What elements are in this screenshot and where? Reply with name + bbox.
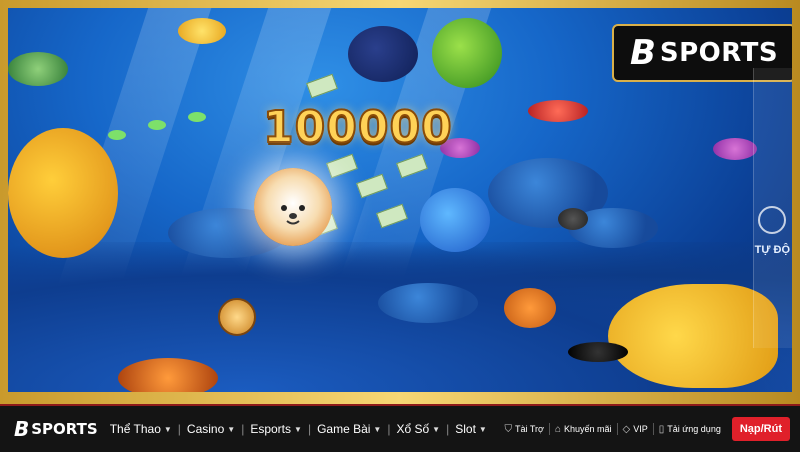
main-menu: Thể Thao ▼ | Casino ▼ | Esports ▼ | Game Bà… [106, 422, 491, 436]
menu-separator: | [307, 422, 312, 436]
auto-fire-label[interactable]: TỰ ĐỘ [755, 244, 790, 256]
promotion-link[interactable]: ⌂ Khuyến mãi [550, 424, 617, 435]
target-icon[interactable] [758, 206, 786, 234]
diamond-icon: ◇ [622, 423, 631, 435]
doge-coin-icon [218, 298, 256, 336]
cash-bill [306, 73, 338, 99]
striped-eel[interactable] [568, 342, 628, 362]
brand-logo-mark: B [629, 33, 656, 73]
download-app-link[interactable]: ▯ Tải ứng dụng [654, 424, 726, 435]
link-label: Tải ứng dụng [667, 424, 721, 434]
tiny-green-fish[interactable] [148, 120, 166, 130]
nav-logo-mark: B [14, 417, 30, 441]
caret-down-icon: ▼ [163, 424, 172, 434]
menu-item-label: Casino [186, 422, 225, 436]
menu-item-esports[interactable]: Esports ▼ [246, 422, 306, 436]
small-dark-fish[interactable] [558, 208, 588, 230]
orange-turtle[interactable] [504, 288, 556, 328]
menu-item-the-thao[interactable]: Thể Thao ▼ [106, 422, 176, 436]
caret-down-icon: ▼ [227, 424, 236, 434]
coral-rock [378, 283, 478, 323]
nav-logo-text: SPORTS [31, 420, 98, 438]
nav-logo[interactable]: B SPORTS [14, 417, 98, 441]
menu-separator: | [446, 422, 450, 436]
menu-item-xo-so[interactable]: Xổ Số ▼ [392, 422, 444, 436]
red-fish[interactable] [528, 100, 588, 122]
link-label: VIP [633, 424, 648, 434]
sponsor-link[interactable]: ⛉ Tài Trợ [500, 424, 549, 435]
menu-item-label: Xổ Số [396, 422, 430, 436]
bottom-nav-bar: B SPORTS Thể Thao ▼ | Casino ▼ | Esports ▼ … [0, 404, 800, 452]
doge-prize-icon [254, 168, 332, 246]
menu-item-game-bai[interactable]: Game Bài ▼ [313, 422, 385, 436]
menu-separator: | [387, 422, 391, 436]
menu-item-label: Esports [250, 422, 292, 436]
blue-puffer-fish[interactable] [420, 188, 490, 252]
menu-item-label: Game Bài [317, 422, 371, 436]
cash-bill [326, 153, 358, 179]
tiny-green-fish[interactable] [108, 130, 126, 140]
menu-item-label: Slot [455, 422, 476, 436]
menu-separator: | [177, 422, 181, 436]
win-amount: 100000 [262, 101, 453, 154]
puffer-fish[interactable] [348, 26, 418, 82]
tiny-green-fish[interactable] [188, 112, 206, 122]
tag-icon: ⌂ [554, 423, 561, 435]
link-label: Tài Trợ [515, 424, 544, 434]
deposit-withdraw-button[interactable]: Nạp/Rút [731, 417, 790, 441]
caret-down-icon: ▼ [294, 424, 302, 434]
vip-link[interactable]: ◇ VIP [618, 424, 653, 435]
pink-fish[interactable] [713, 138, 757, 160]
fish-game-scene[interactable]: 100000 B SPORTS TỰ ĐỘ [8, 8, 792, 392]
menu-item-label: Thể Thao [109, 422, 161, 436]
caret-down-icon: ▼ [373, 424, 382, 434]
shield-icon: ⛉ [504, 423, 513, 435]
yellow-fish[interactable] [178, 18, 226, 44]
doge-face-icon [281, 205, 305, 225]
phone-icon: ▯ [658, 423, 665, 435]
caret-down-icon: ▼ [432, 424, 441, 434]
brand-logo-text: SPORTS [659, 38, 779, 68]
link-label: Khuyến mãi [564, 424, 612, 434]
green-fish[interactable] [8, 52, 68, 86]
menu-item-slot[interactable]: Slot ▼ [451, 422, 491, 436]
crab-creature[interactable] [118, 358, 218, 392]
utility-links: ⛉ Tài Trợ ⌂ Khuyến mãi ◇ VIP ▯ Tải ứng dụng … [500, 417, 790, 441]
menu-separator: | [241, 422, 245, 436]
caret-down-icon: ▼ [478, 424, 487, 434]
game-frame: 100000 B SPORTS TỰ ĐỘ [0, 0, 800, 404]
green-turtle[interactable] [432, 18, 502, 88]
menu-item-casino[interactable]: Casino ▼ [183, 422, 239, 436]
golden-turtle[interactable] [8, 128, 118, 258]
